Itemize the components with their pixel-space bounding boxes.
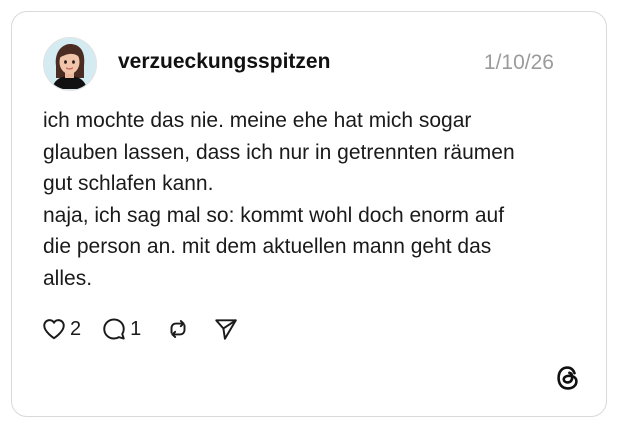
send-icon bbox=[215, 319, 237, 340]
like-count: 2 bbox=[70, 317, 82, 340]
post-text-line: alles. bbox=[43, 266, 93, 290]
post-text-line: gut schlafen kann. bbox=[43, 172, 214, 195]
post-text-line: ich mochte das nie. meine ehe hat mich s… bbox=[43, 109, 472, 132]
post-card: verzueckungsspitzen 1/10/26 ich mochte d… bbox=[11, 11, 607, 417]
post-text-line: naja, ich sag mal so: kommt wohl doch en… bbox=[43, 203, 505, 227]
action-bar: 2 1 bbox=[41, 315, 239, 343]
memoji-avatar-icon bbox=[44, 38, 95, 89]
like-button[interactable]: 2 bbox=[41, 316, 81, 342]
comment-icon bbox=[103, 318, 125, 340]
threads-logo-icon bbox=[554, 364, 582, 392]
reply-button[interactable]: 1 bbox=[101, 316, 141, 342]
avatar[interactable] bbox=[43, 37, 97, 91]
username[interactable]: verzueckungsspitzen bbox=[118, 50, 330, 74]
post-date: 1/10/26 bbox=[483, 51, 554, 74]
repost-icon bbox=[170, 320, 186, 338]
share-button[interactable] bbox=[213, 316, 239, 342]
reply-count: 1 bbox=[130, 317, 142, 340]
post-text: ich mochte das nie. meine ehe hat mich s… bbox=[43, 105, 583, 294]
post-text-line: glauben lassen, dass ich nur in getrennt… bbox=[43, 140, 515, 164]
repost-button[interactable] bbox=[165, 316, 191, 342]
post-text-line: die person an. mit dem aktuellen mann ge… bbox=[43, 235, 492, 258]
heart-icon bbox=[43, 319, 65, 340]
